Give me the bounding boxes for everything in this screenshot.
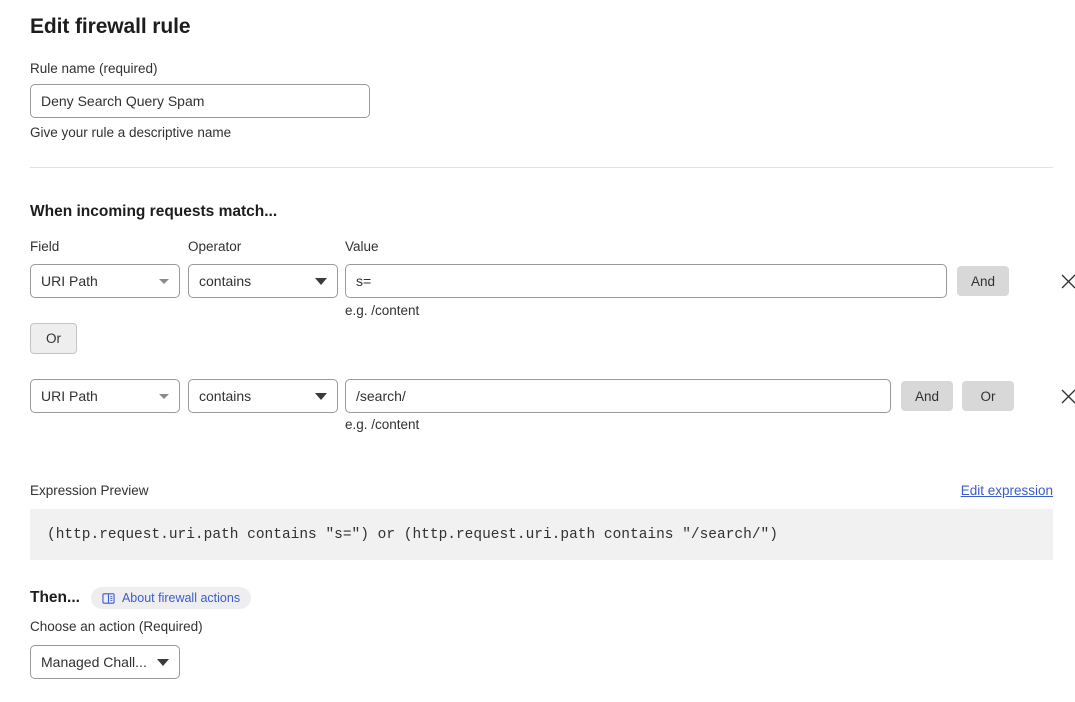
rule-name-help-text: Give your rule a descriptive name [30,125,232,141]
chevron-down-icon [159,393,169,399]
choose-action-label: Choose an action (Required) [30,619,203,634]
rule-name-field-group: Rule name (required) Give your rule a de… [30,61,1053,141]
then-section-heading: Then... [30,589,80,606]
chevron-down-icon [159,278,169,284]
expression-preview-text: (http.request.uri.path contains "s=") or… [47,526,778,543]
page-title: Edit firewall rule [30,15,191,38]
condition-column-headers: Field Operator Value [30,239,1053,257]
about-firewall-actions-label: About firewall actions [121,591,241,605]
rule-name-label: Rule name (required) [30,61,158,76]
value-help-text-1: e.g. /content [345,303,420,318]
action-select[interactable]: Managed Chall... [30,645,180,679]
column-header-field: Field [30,239,60,254]
field-select-1[interactable]: URI Path [30,264,180,298]
value-input-2[interactable] [345,379,891,413]
value-help-text-2: e.g. /content [345,417,420,432]
book-icon [102,592,115,605]
or-button-2[interactable]: Or [962,381,1014,411]
field-select-2-value: URI Path [41,388,98,404]
edit-expression-link[interactable]: Edit expression [961,483,1053,498]
column-header-operator: Operator [188,239,242,254]
close-icon [1061,274,1075,289]
remove-condition-button-1[interactable] [1052,265,1075,297]
condition-row: URI Path contains And [30,264,1075,298]
add-or-condition-button[interactable]: Or [30,323,77,354]
chevron-down-icon [315,392,327,400]
section-divider [30,167,1053,168]
operator-select-2[interactable]: contains [188,379,338,413]
operator-select-2-value: contains [199,388,252,404]
close-icon [1061,389,1075,404]
action-select-value: Managed Chall... [41,654,147,670]
chevron-down-icon [157,658,169,666]
condition-row: URI Path contains And Or [30,379,1075,413]
chevron-down-icon [315,277,327,285]
match-section-heading: When incoming requests match... [30,203,278,220]
field-select-2[interactable]: URI Path [30,379,180,413]
expression-preview-box: (http.request.uri.path contains "s=") or… [30,509,1053,560]
firewall-rule-form: Edit firewall rule Rule name (required) … [30,0,1053,141]
expression-preview-label: Expression Preview [30,483,149,498]
remove-condition-button-2[interactable] [1052,380,1075,412]
about-firewall-actions-badge[interactable]: About firewall actions [90,587,252,609]
column-header-value: Value [345,239,379,254]
then-section-header: Then... About firewall actions [30,587,252,609]
operator-select-1[interactable]: contains [188,264,338,298]
operator-select-1-value: contains [199,273,252,289]
value-input-1[interactable] [345,264,947,298]
rule-name-input[interactable] [30,84,370,119]
field-select-1-value: URI Path [41,273,98,289]
and-button-1[interactable]: And [957,266,1009,296]
and-button-2[interactable]: And [901,381,953,411]
